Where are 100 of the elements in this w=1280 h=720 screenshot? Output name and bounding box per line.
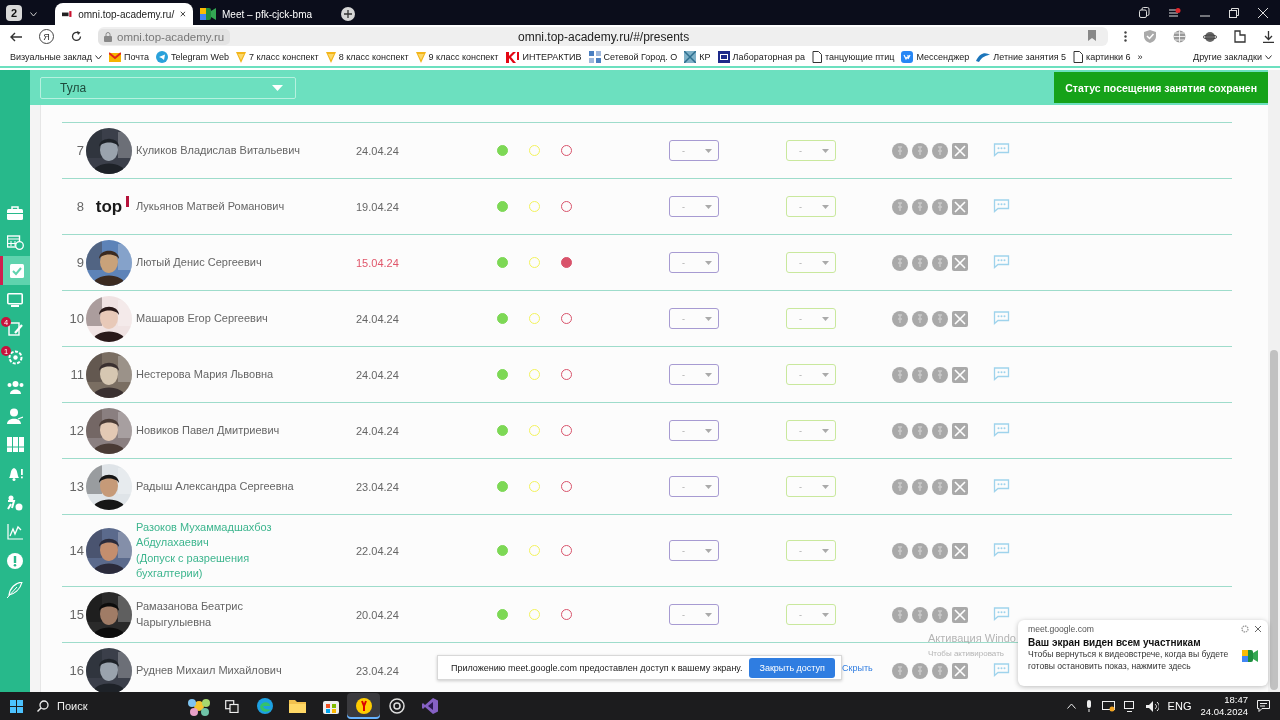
bookmark[interactable]: картинки 6	[1073, 51, 1131, 63]
bookmark[interactable]: 8 класс конспект	[325, 51, 409, 63]
close-icon[interactable]	[180, 10, 186, 18]
coin-icon[interactable]	[912, 606, 928, 623]
bookmark[interactable]: Визуальные заклад	[10, 52, 103, 62]
calendar-icon[interactable]	[6, 233, 24, 250]
city-select[interactable]: Тула	[40, 76, 296, 99]
comment-icon[interactable]	[993, 366, 1010, 381]
coin-icon[interactable]	[892, 310, 908, 327]
coin-icon[interactable]	[892, 254, 908, 271]
bell-icon[interactable]	[7, 466, 23, 481]
coin-icon[interactable]	[912, 366, 928, 383]
tabs-icon[interactable]	[1139, 7, 1150, 18]
coin-icon[interactable]	[932, 254, 948, 271]
attendance-dot[interactable]	[497, 201, 508, 212]
download-icon[interactable]	[1263, 30, 1274, 43]
binders-icon[interactable]	[6, 437, 24, 452]
attendance-dot[interactable]	[497, 425, 508, 436]
bookmark[interactable]: Почта	[109, 52, 150, 62]
edge-icon[interactable]	[256, 698, 273, 714]
attendance-dot[interactable]	[497, 481, 508, 492]
comment-icon[interactable]	[993, 542, 1010, 557]
line-chart-icon[interactable]	[7, 523, 23, 540]
comment-icon[interactable]	[993, 606, 1010, 621]
checkbox-icon[interactable]	[9, 263, 24, 278]
running-person-icon[interactable]	[7, 494, 23, 511]
coin-icon[interactable]	[892, 606, 908, 623]
coin-icon[interactable]	[912, 542, 928, 559]
other-bookmarks[interactable]: Другие закладки	[1193, 52, 1272, 62]
attendance-dot[interactable]	[497, 545, 508, 556]
tab-counter-button[interactable]: 2	[6, 5, 22, 21]
bookmark[interactable]: 7 класс конспект	[235, 51, 319, 63]
settings-icon[interactable]	[1241, 625, 1249, 633]
extensions-icon[interactable]	[1234, 30, 1246, 43]
bookmark[interactable]: КР	[684, 51, 711, 63]
coin-icon[interactable]	[932, 478, 948, 495]
briefcase-icon[interactable]	[7, 205, 23, 220]
coin-icon[interactable]	[932, 662, 948, 679]
coin-icon[interactable]	[932, 198, 948, 215]
coin-icon[interactable]	[912, 662, 928, 679]
sidebar-item[interactable]	[0, 256, 30, 285]
attendance-dot[interactable]	[497, 369, 508, 380]
bookmark[interactable]: Сетевой Город. О	[588, 51, 678, 63]
close-box-icon[interactable]	[952, 662, 968, 679]
shield-icon[interactable]	[1144, 30, 1156, 43]
taskbar-app[interactable]	[347, 693, 380, 719]
visual-studio-icon[interactable]	[421, 698, 438, 714]
close-box-icon[interactable]	[952, 422, 968, 439]
close-box-icon[interactable]	[952, 366, 968, 383]
hide-link[interactable]: Скрыть	[842, 662, 873, 673]
attendance-dot[interactable]	[497, 313, 508, 324]
taskbar-search[interactable]: Поиск	[37, 700, 157, 712]
attendance-dot[interactable]	[497, 257, 508, 268]
bookmark[interactable]: Летние занятия 5	[976, 52, 1067, 62]
windows-start-icon[interactable]	[10, 699, 23, 713]
person-icon[interactable]	[7, 407, 23, 424]
clock-date[interactable]: 24.04.2024	[1200, 706, 1248, 718]
globe-icon[interactable]	[1173, 30, 1186, 43]
screen-share-icon[interactable]	[1101, 700, 1115, 712]
bookmark[interactable]: Мессенджер	[901, 51, 970, 63]
chevron-icon[interactable]	[30, 12, 37, 17]
browser-tab[interactable]: Meet – pfk-cjck-bma	[193, 3, 331, 25]
notifications-icon[interactable]	[1257, 700, 1270, 712]
alert-icon[interactable]	[7, 552, 23, 569]
task-view-icon[interactable]	[224, 699, 239, 713]
bookmark-icon[interactable]	[1088, 30, 1096, 41]
yandex-browser-icon[interactable]	[355, 698, 372, 714]
menu-icon[interactable]	[1169, 7, 1181, 18]
folder-icon[interactable]	[289, 699, 306, 713]
swirl-icon[interactable]	[388, 698, 405, 714]
network-icon[interactable]	[1123, 700, 1137, 712]
comment-icon[interactable]	[993, 254, 1010, 269]
planet-icon[interactable]	[1203, 30, 1217, 43]
coin-icon[interactable]	[912, 254, 928, 271]
coin-icon[interactable]	[932, 142, 948, 159]
close-box-icon[interactable]	[952, 254, 968, 271]
input-language[interactable]: ENG	[1167, 700, 1192, 712]
reload-icon[interactable]	[71, 31, 82, 42]
chevron-up-icon[interactable]	[1066, 703, 1076, 709]
comment-icon[interactable]	[993, 310, 1010, 325]
comment-icon[interactable]	[993, 662, 1010, 677]
people-icon[interactable]	[6, 379, 24, 394]
store-icon[interactable]	[322, 698, 339, 714]
coin-icon[interactable]	[912, 198, 928, 215]
attendance-dot[interactable]	[497, 609, 508, 620]
coin-icon[interactable]	[892, 422, 908, 439]
coin-icon[interactable]	[892, 662, 908, 679]
coin-icon[interactable]	[892, 478, 908, 495]
more-icon[interactable]	[1124, 31, 1127, 42]
coin-icon[interactable]	[892, 142, 908, 159]
close-box-icon[interactable]	[952, 542, 968, 559]
gear-icon[interactable]	[7, 350, 23, 365]
notebook-icon[interactable]	[7, 321, 23, 336]
coin-icon[interactable]	[932, 366, 948, 383]
close-box-icon[interactable]	[952, 198, 968, 215]
bookmark[interactable]: ИНТЕРАКТИВ	[505, 51, 582, 63]
more-bookmarks-button[interactable]: »	[1137, 52, 1143, 62]
coin-icon[interactable]	[932, 422, 948, 439]
close-box-icon[interactable]	[952, 606, 968, 623]
coin-icon[interactable]	[932, 310, 948, 327]
